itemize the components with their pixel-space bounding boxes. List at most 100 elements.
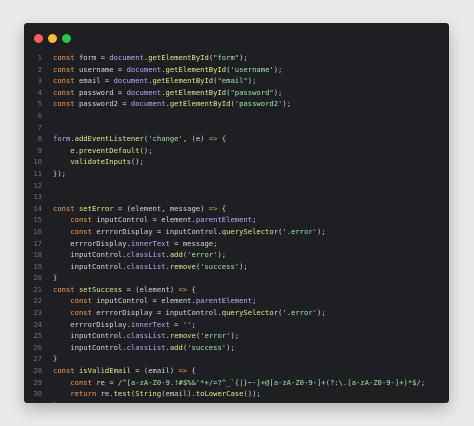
code-line: 18 inputControl.classList.add('error');	[24, 249, 449, 261]
code-line: 24 errrorDisplay.innerText = '';	[24, 319, 449, 331]
code-token: getElementById	[169, 99, 231, 109]
code-token: );	[273, 87, 283, 97]
code-token: ;	[420, 377, 426, 387]
line-number: 21	[33, 284, 42, 294]
code-line: 1 const form = document.getElementById("f…	[24, 52, 449, 64]
code-token: return	[53, 389, 101, 399]
code-line: 15 const inputControl = element.parentEl…	[24, 214, 449, 226]
code-line: 13	[24, 191, 449, 203]
minimize-button[interactable]	[48, 34, 57, 43]
line-code: return re.test(String(email).toLowerCase…	[53, 388, 261, 400]
code-token: const	[53, 215, 97, 225]
code-token: getElementById	[148, 53, 209, 62]
code-token: const	[53, 377, 97, 387]
code-line: 6	[24, 110, 449, 122]
code-token: const	[53, 53, 79, 62]
code-token: 'success'	[200, 261, 240, 271]
code-token: add	[169, 342, 183, 352]
maximize-button[interactable]	[62, 34, 71, 43]
line-number: 26	[33, 342, 42, 352]
line-code: const password = document.getElementById…	[53, 87, 282, 99]
code-token: document	[109, 53, 144, 62]
code-line: 20}	[24, 272, 449, 284]
code-window: 1 const form = document.getElementById("f…	[24, 23, 449, 403]
code-token: isValidEmail	[78, 366, 131, 376]
line-number: 1	[37, 53, 42, 62]
line-code: const isValidEmail = (email) => {	[53, 365, 196, 377]
code-token: const	[53, 296, 97, 306]
code-token: ());	[243, 389, 261, 399]
code-line: 3 const email = document.getElementById("…	[24, 75, 449, 87]
code-token: document	[126, 64, 162, 74]
code-token: inputControl.	[53, 342, 127, 352]
line-code: const setSuccess = (element) => {	[53, 284, 196, 296]
line-code: }	[53, 400, 57, 403]
code-token: "form"	[213, 53, 240, 62]
code-token: = (email)	[130, 366, 179, 376]
code-token: inputControl = element.	[96, 296, 196, 306]
line-code: const email = document.getElementById("e…	[53, 75, 256, 87]
line-code: inputControl.classList.remove('success')…	[53, 261, 247, 273]
code-token: querySelector	[221, 226, 279, 236]
code-token: toLowerCase	[195, 389, 244, 399]
close-button[interactable]	[34, 34, 43, 43]
code-token: errrorDisplay = inputControl.	[96, 226, 222, 236]
code-token: querySelector	[221, 308, 279, 318]
line-code: }	[53, 353, 57, 365]
line-code: form.addEventListener('change', (e) => {	[53, 133, 226, 145]
code-token: password =	[78, 87, 127, 97]
line-code: const re = /^[a-zA-Z0-9.!#$%&'*+/=?^_`{|…	[53, 377, 425, 389]
code-token: preventDefault	[78, 145, 140, 155]
code-token: ();	[130, 157, 144, 167]
line-number: 30	[33, 389, 42, 399]
code-token: getElementById	[165, 87, 227, 97]
line-number: 8	[37, 134, 42, 144]
code-token: add	[169, 250, 183, 260]
code-token: String	[135, 389, 162, 399]
line-number: 2	[37, 64, 42, 74]
code-token: ;	[252, 296, 257, 306]
code-token: );	[282, 99, 292, 109]
code-token: 'error'	[200, 331, 231, 341]
code-line: 14 const setError = (element, message) =>…	[24, 203, 449, 215]
line-number: 3	[37, 76, 42, 86]
code-token: email =	[78, 76, 114, 86]
line-number: 17	[33, 238, 42, 248]
code-token: classList	[126, 261, 166, 271]
line-number: 19	[33, 261, 42, 271]
line-number: 31	[24, 400, 42, 403]
code-token: errrorDisplay.	[53, 319, 131, 329]
line-number: 14	[33, 203, 42, 213]
code-line: 29 const re = /^[a-zA-Z0-9.!#$%&'*+/=?^_…	[24, 377, 449, 389]
line-code: const errrorDisplay = inputControl.query…	[53, 226, 326, 238]
code-token: const	[53, 76, 79, 86]
line-number: 18	[33, 250, 42, 260]
code-token: 'username'	[230, 64, 274, 74]
code-token: );	[239, 53, 248, 62]
code-token: const	[53, 366, 79, 376]
line-number: 4	[37, 87, 42, 97]
code-line: 10 validateInputs();	[24, 156, 449, 168]
code-token: document	[126, 87, 162, 97]
code-token: );	[317, 226, 326, 236]
code-token: /^[a-zA-Z0-9.!#$%&'*+/=?^_`{|}~-]+@[a-zA…	[117, 377, 421, 387]
code-token: const	[53, 226, 97, 236]
code-line: 11});	[24, 168, 449, 180]
code-token: inputControl.	[53, 250, 127, 260]
code-token: );	[230, 331, 240, 341]
code-token: classList	[126, 342, 166, 352]
code-token: 'error'	[187, 250, 218, 260]
line-code: const password2 = document.getElementByI…	[53, 98, 291, 110]
line-code: });	[53, 168, 66, 180]
code-token: const	[53, 203, 79, 213]
line-number: 9	[37, 145, 42, 155]
line-number: 28	[33, 366, 42, 376]
code-token: {	[187, 284, 196, 294]
line-number: 29	[33, 377, 42, 387]
code-token: ;	[252, 215, 257, 225]
line-code: inputControl.classList.remove('error');	[53, 330, 239, 342]
code-line: 31}	[24, 400, 449, 403]
code-line: 16 const errrorDisplay = inputControl.qu…	[24, 226, 449, 238]
line-number: 6	[37, 110, 42, 120]
